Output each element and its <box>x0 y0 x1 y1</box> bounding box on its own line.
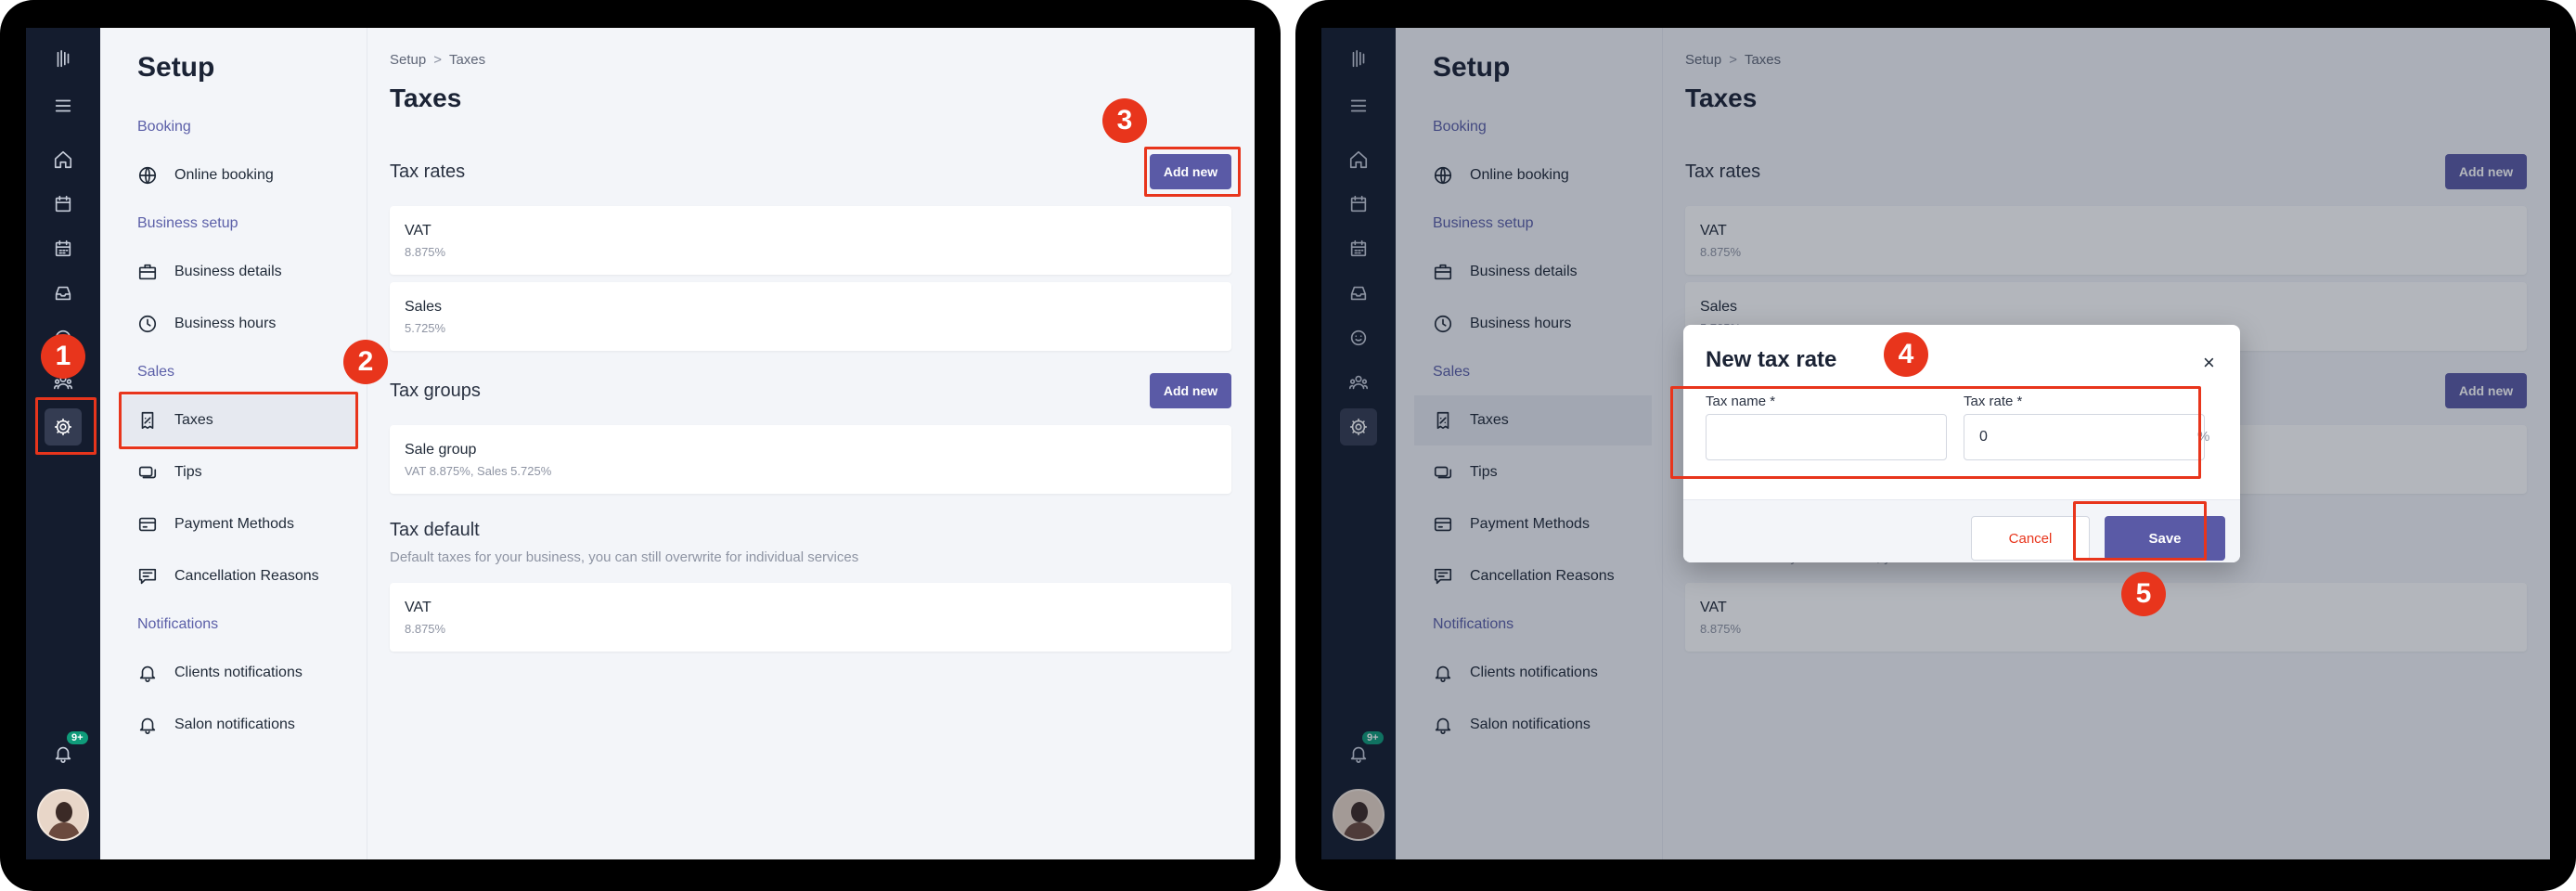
clock-icon <box>138 315 157 333</box>
notification-badge: 9+ <box>67 731 88 744</box>
step-marker-5: 5 <box>2121 572 2166 616</box>
bell-icon <box>139 665 156 682</box>
calendar-icon[interactable] <box>45 186 82 223</box>
step-marker-3: 3 <box>1102 98 1147 143</box>
inbox-icon[interactable] <box>45 275 82 312</box>
briefcase-icon <box>138 264 157 280</box>
page-title: Taxes <box>390 84 462 112</box>
step-marker-4: 4 <box>1884 332 1928 377</box>
message-icon <box>138 568 157 585</box>
sidebar-item-online-booking[interactable]: Online booking <box>119 150 356 200</box>
right-screenshot-frame: 9+ Setup Booking Online booking Business… <box>1295 0 2576 891</box>
tax-group-card[interactable]: Sale group VAT 8.875%, Sales 5.725% <box>390 425 1231 494</box>
highlight-tax-fields <box>1670 386 2201 479</box>
highlight-add-new <box>1144 147 1241 197</box>
tax-rate-card[interactable]: VAT 8.875% <box>390 206 1231 275</box>
chevron-right-icon: > <box>433 52 442 68</box>
coins-icon <box>138 466 157 479</box>
sidebar-item-clients-notifications[interactable]: Clients notifications <box>119 648 356 698</box>
tax-default-card[interactable]: VAT 8.875% <box>390 583 1231 652</box>
credit-card-icon <box>138 517 157 532</box>
tax-groups-title: Tax groups <box>390 381 481 401</box>
menu-icon[interactable] <box>45 87 82 124</box>
home-icon[interactable] <box>45 141 82 178</box>
add-tax-group-button[interactable]: Add new <box>1150 373 1231 408</box>
tax-rates-title: Tax rates <box>390 161 466 182</box>
left-screenshot-frame: 9+ Setup Booking Online booking Business… <box>0 0 1281 891</box>
tax-default-description: Default taxes for your business, you can… <box>390 549 859 565</box>
tax-default-title: Tax default <box>390 520 480 540</box>
bell-icon <box>139 717 156 734</box>
setup-title: Setup <box>137 52 215 83</box>
tax-rate-card[interactable]: Sales 5.725% <box>390 282 1231 351</box>
globe-icon <box>138 166 157 185</box>
cancel-button[interactable]: Cancel <box>1971 516 2090 561</box>
breadcrumb: Setup > Taxes <box>390 52 485 68</box>
section-notifications: Notifications <box>137 616 219 632</box>
step-marker-1: 1 <box>41 334 85 379</box>
sidebar-item-payment-methods[interactable]: Payment Methods <box>119 499 356 549</box>
modal-title: New tax rate <box>1706 347 1837 372</box>
calendar-grid-icon[interactable] <box>45 230 82 267</box>
sidebar-item-cancellation-reasons[interactable]: Cancellation Reasons <box>119 551 356 601</box>
close-icon[interactable]: × <box>2203 351 2215 375</box>
sidebar-item-salon-notifications[interactable]: Salon notifications <box>119 700 356 750</box>
breadcrumb-current: Taxes <box>448 52 486 68</box>
step-marker-2: 2 <box>343 340 388 384</box>
avatar[interactable] <box>37 789 89 841</box>
highlight-settings <box>35 397 97 455</box>
sidebar-item-tips[interactable]: Tips <box>119 447 356 497</box>
section-sales: Sales <box>137 364 175 380</box>
logo-icon[interactable] <box>45 41 82 78</box>
section-business-setup: Business setup <box>137 215 238 231</box>
sidebar-item-business-hours[interactable]: Business hours <box>119 299 356 349</box>
highlight-taxes <box>119 392 358 449</box>
main-content: Setup > Taxes Taxes Tax rates Add new VAT … <box>367 28 1255 859</box>
sidebar-item-business-details[interactable]: Business details <box>119 247 356 297</box>
highlight-save <box>2073 501 2207 561</box>
breadcrumb-root[interactable]: Setup <box>390 52 426 68</box>
section-booking: Booking <box>137 119 191 135</box>
